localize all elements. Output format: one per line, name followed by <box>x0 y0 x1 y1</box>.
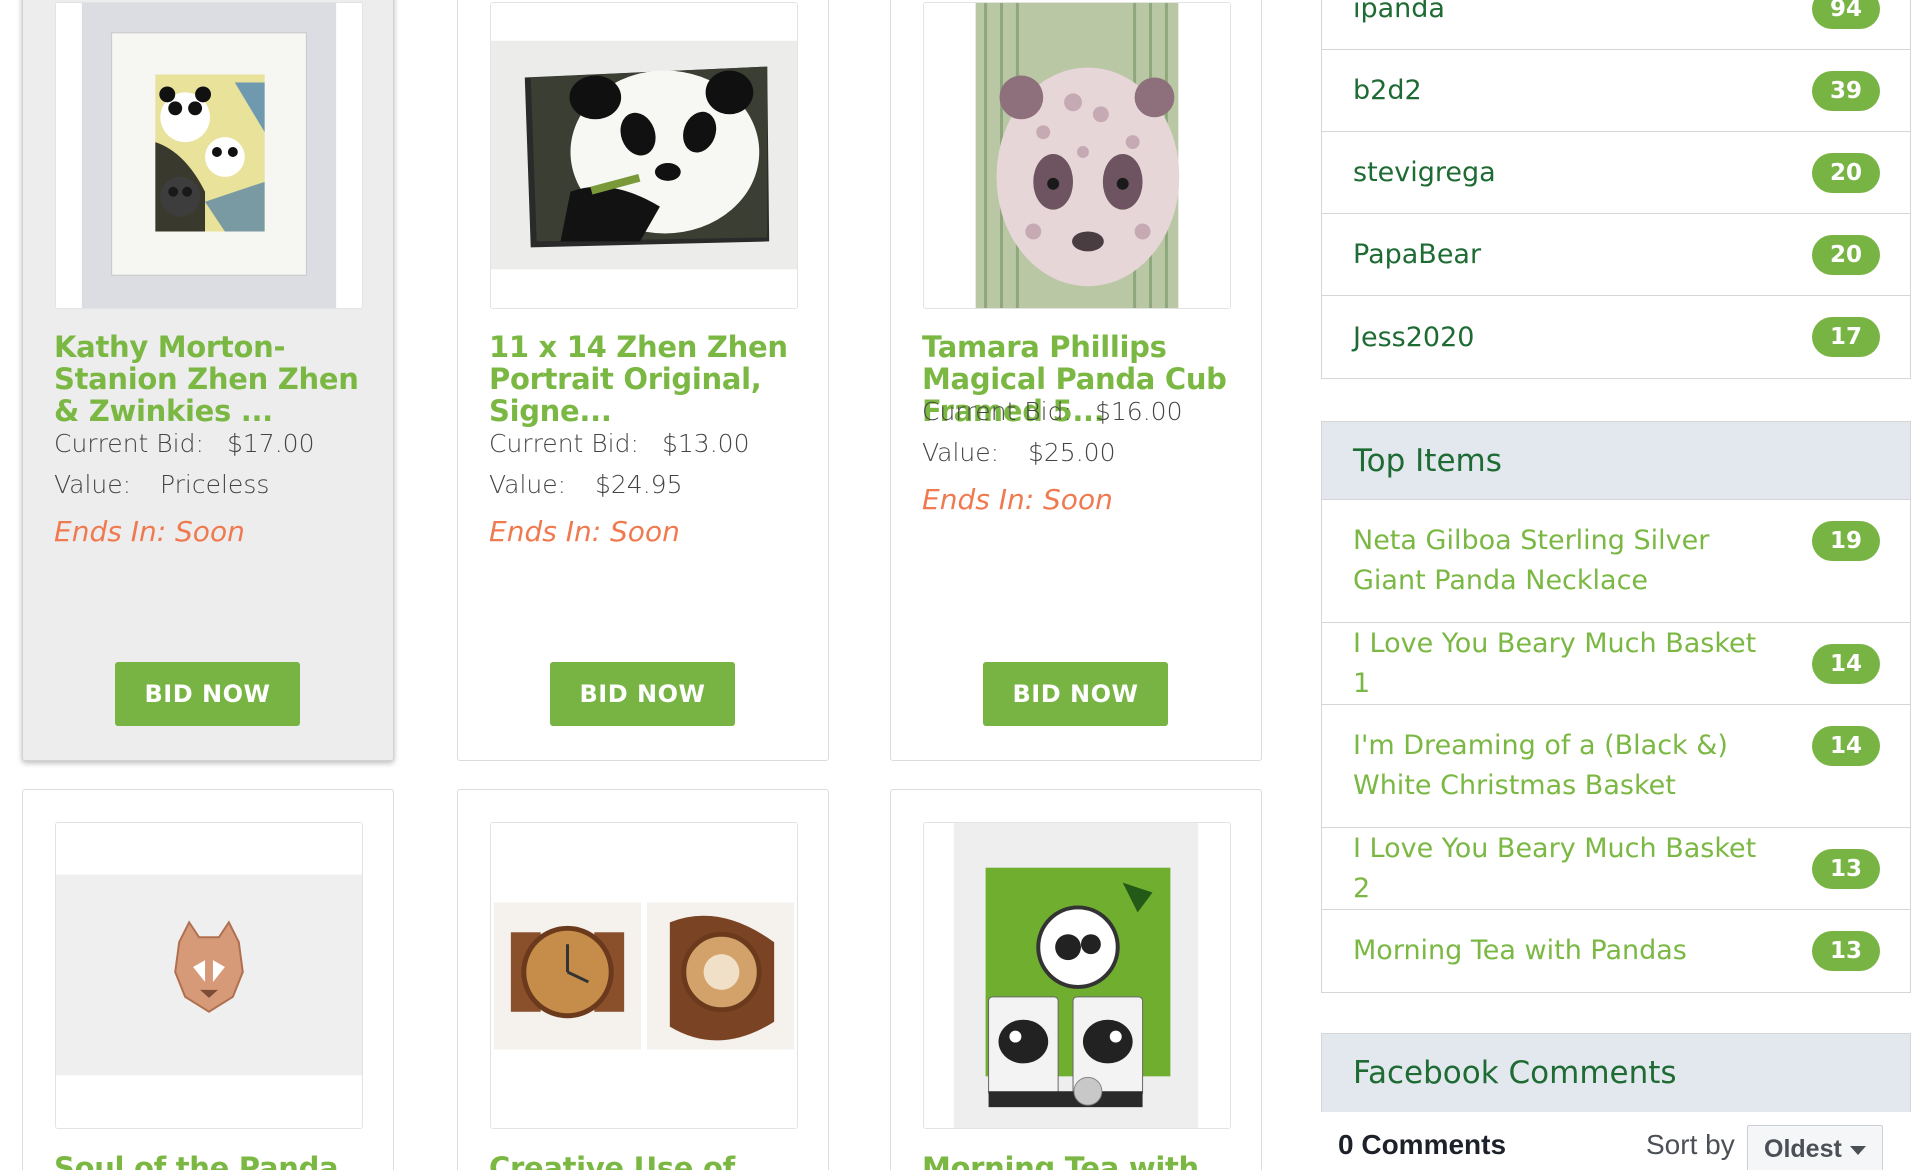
bidder-row[interactable]: ipanda 94 <box>1322 0 1910 50</box>
sort-label: Sort by <box>1646 1129 1735 1160</box>
item-title[interactable]: Kathy Morton-Stanion Zhen Zhen & Zwinkie… <box>54 331 374 427</box>
bidder-row[interactable]: stevigrega 20 <box>1322 132 1910 214</box>
tea-mugs-image <box>924 823 1230 1128</box>
top-item-row[interactable]: I'm Dreaming of a (Black &) White Christ… <box>1322 705 1910 828</box>
top-item-link[interactable]: I'm Dreaming of a (Black &) White Christ… <box>1353 726 1773 806</box>
value-label: Value: <box>489 470 567 499</box>
current-bid-value: $17.00 <box>227 429 315 458</box>
current-bid-label: Current Bid: <box>489 429 639 458</box>
painting-image <box>56 3 362 308</box>
bidder-row[interactable]: PapaBear 20 <box>1322 214 1910 296</box>
auction-card[interactable]: Morning Tea with <box>890 789 1262 1170</box>
top-item-link[interactable]: Morning Tea with Pandas <box>1353 931 1773 971</box>
top-item-link[interactable]: I Love You Beary Much Basket 2 <box>1353 829 1773 909</box>
ends-in-text: Ends In: Soon <box>922 483 1113 516</box>
item-title[interactable]: Creative Use of <box>489 1152 809 1170</box>
bid-now-button[interactable]: BID NOW <box>115 662 300 726</box>
top-item-link[interactable]: Neta Gilboa Sterling Silver Giant Panda … <box>1353 521 1773 601</box>
bid-now-button[interactable]: BID NOW <box>550 662 735 726</box>
bidder-name[interactable]: ipanda <box>1353 0 1445 24</box>
item-thumbnail[interactable] <box>490 2 798 309</box>
top-item-row[interactable]: Morning Tea with Pandas 13 <box>1322 910 1910 992</box>
bidder-row[interactable]: b2d2 39 <box>1322 50 1910 132</box>
auction-card[interactable]: Creative Use of <box>457 789 829 1170</box>
bidder-name[interactable]: b2d2 <box>1353 75 1422 106</box>
current-bid-value: $16.00 <box>1095 397 1183 426</box>
auction-card[interactable]: Kathy Morton-Stanion Zhen Zhen & Zwinkie… <box>22 0 394 761</box>
sort-select-value: Oldest <box>1764 1135 1842 1163</box>
item-title[interactable]: Soul of the Panda <box>54 1152 374 1170</box>
item-thumbnail[interactable] <box>923 822 1231 1129</box>
top-item-row[interactable]: Neta Gilboa Sterling Silver Giant Panda … <box>1322 500 1910 623</box>
panda-canvas-image <box>491 3 797 308</box>
bid-count-badge: 20 <box>1812 235 1880 275</box>
current-bid-label: Current Bid: <box>54 429 204 458</box>
facebook-comments-heading: Facebook Comments <box>1322 1034 1910 1112</box>
value-label: Value: <box>54 470 132 499</box>
top-items-heading: Top Items <box>1322 422 1910 500</box>
bid-count-badge: 13 <box>1812 931 1880 971</box>
current-bid-row: Current Bid: $17.00 <box>54 429 314 458</box>
item-thumbnail[interactable] <box>923 2 1231 309</box>
top-item-row[interactable]: I Love You Beary Much Basket 2 13 <box>1322 828 1910 910</box>
value-row: Value: $24.95 <box>489 470 682 499</box>
bid-count-badge: 39 <box>1812 71 1880 111</box>
bidder-row[interactable]: Jess2020 17 <box>1322 296 1910 378</box>
auction-card[interactable]: Soul of the Panda <box>22 789 394 1170</box>
current-bid-label: Current Bid: <box>922 397 1072 426</box>
bidder-name[interactable]: PapaBear <box>1353 239 1481 270</box>
top-bidders-panel: ipanda 94 b2d2 39 stevigrega 20 PapaBear… <box>1321 0 1911 379</box>
bid-count-badge: 13 <box>1812 849 1880 889</box>
auction-card[interactable]: Tamara Phillips Magical Panda Cub Framed… <box>890 0 1262 761</box>
bid-count-badge: 20 <box>1812 153 1880 193</box>
value-row: Value: $25.00 <box>922 438 1115 467</box>
bid-count-badge: 19 <box>1812 521 1880 561</box>
sort-select[interactable]: Oldest <box>1747 1125 1883 1170</box>
panda-painting-image <box>924 3 1230 308</box>
comment-count: 0 Comments <box>1338 1129 1507 1160</box>
bid-now-button[interactable]: BID NOW <box>983 662 1168 726</box>
bid-count-badge: 17 <box>1812 317 1880 357</box>
item-title[interactable]: 11 x 14 Zhen Zhen Portrait Original, Sig… <box>489 331 809 427</box>
top-items-panel: Top Items Neta Gilboa Sterling Silver Gi… <box>1321 421 1911 993</box>
value-amount: $25.00 <box>1028 438 1116 467</box>
item-thumbnail[interactable] <box>55 822 363 1129</box>
current-bid-value: $13.00 <box>662 429 750 458</box>
top-item-link[interactable]: I Love You Beary Much Basket 1 <box>1353 624 1773 704</box>
bid-count-badge: 14 <box>1812 726 1880 766</box>
value-amount: Priceless <box>160 470 270 499</box>
ends-in-text: Ends In: Soon <box>54 515 245 548</box>
value-label: Value: <box>922 438 1000 467</box>
item-thumbnail[interactable] <box>490 822 798 1129</box>
value-amount: $24.95 <box>595 470 683 499</box>
item-thumbnail[interactable] <box>55 2 363 309</box>
current-bid-row: Current Bid: $13.00 <box>489 429 749 458</box>
top-item-row[interactable]: I Love You Beary Much Basket 1 14 <box>1322 623 1910 705</box>
comments-toolbar: 0 Comments Sort by Oldest <box>1321 1125 1911 1170</box>
caret-down-icon <box>1850 1146 1866 1155</box>
auction-card[interactable]: 11 x 14 Zhen Zhen Portrait Original, Sig… <box>457 0 829 761</box>
ends-in-text: Ends In: Soon <box>489 515 680 548</box>
bid-count-badge: 94 <box>1812 0 1880 29</box>
bid-count-badge: 14 <box>1812 644 1880 684</box>
bidder-name[interactable]: stevigrega <box>1353 157 1496 188</box>
panda-ring-image <box>56 823 362 1128</box>
current-bid-row: Current Bid: $16.00 <box>922 397 1182 426</box>
bamboo-watch-image <box>491 823 797 1128</box>
item-title[interactable]: Morning Tea with <box>922 1152 1242 1170</box>
bidder-name[interactable]: Jess2020 <box>1353 322 1474 353</box>
facebook-comments-panel: Facebook Comments <box>1321 1033 1911 1112</box>
value-row: Value: Priceless <box>54 470 269 499</box>
